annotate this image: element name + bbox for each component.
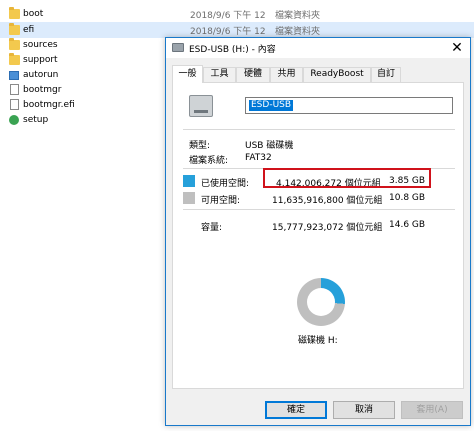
file-date: 2018/9/6 下午 12 (190, 26, 266, 37)
folder-icon (9, 7, 20, 19)
properties-dialog: ESD-USB (H:) - 內容 ✕ 一般 工具 硬體 共用 ReadyBoo… (165, 37, 471, 426)
type-label: 類型: (189, 141, 211, 151)
file-name: sources (23, 40, 58, 50)
tab-sharing[interactable]: 共用 (270, 67, 303, 82)
type-value: USB 磁碟機 (245, 141, 294, 151)
tab-customize[interactable]: 自訂 (371, 67, 401, 82)
title-bar[interactable]: ESD-USB (H:) - 內容 ✕ (166, 38, 470, 58)
used-space-swatch (183, 175, 195, 187)
file-type: 檔案資料夾 (275, 26, 321, 37)
dialog-title: ESD-USB (H:) - 內容 (189, 45, 276, 55)
file-type: 檔案資料夾 (275, 10, 321, 21)
tab-tools[interactable]: 工具 (203, 67, 236, 82)
autorun-icon (9, 71, 19, 80)
free-space-size: 10.8 GB (389, 193, 426, 203)
tab-readyboost[interactable]: ReadyBoost (303, 67, 371, 82)
donut-hole (307, 288, 335, 316)
drive-icon (172, 43, 184, 52)
ok-button[interactable]: 確定 (265, 401, 327, 419)
capacity-size: 14.6 GB (389, 220, 426, 230)
file-name: autorun (23, 70, 59, 80)
free-space-bytes: 11,635,916,800 個位元組 (272, 196, 383, 206)
general-panel: ESD-USB 類型: USB 磁碟機 檔案系統: FAT32 已使用空間: 4… (172, 82, 464, 389)
close-icon[interactable]: ✕ (444, 38, 470, 58)
usage-donut-chart (297, 278, 345, 326)
file-name: bootmgr.efi (23, 100, 75, 110)
folder-icon (9, 38, 20, 50)
free-space-swatch (183, 192, 195, 204)
filesystem-label: 檔案系統: (189, 156, 229, 166)
folder-icon (9, 23, 20, 35)
capacity-bytes: 15,777,923,072 個位元組 (272, 223, 383, 233)
folder-icon (9, 53, 20, 65)
file-name: setup (23, 115, 49, 125)
file-name: boot (23, 9, 44, 19)
used-space-label: 已使用空間: (201, 179, 250, 189)
tab-hardware[interactable]: 硬體 (236, 67, 270, 82)
drive-label: 磁碟機 H: (298, 336, 338, 346)
file-icon (10, 84, 19, 95)
cancel-button[interactable]: 取消 (333, 401, 395, 419)
divider (183, 129, 455, 130)
file-row-efi[interactable]: efi 2018/9/6 下午 12 檔案資料夾 (0, 22, 474, 38)
used-space-highlight-box (263, 168, 431, 188)
apply-button[interactable]: 套用(A) (401, 401, 463, 419)
file-name: bootmgr (23, 85, 62, 95)
volume-name-text[interactable]: ESD-USB (249, 100, 294, 111)
divider (183, 209, 455, 210)
file-icon (10, 99, 19, 110)
file-name: efi (23, 25, 35, 35)
free-space-label: 可用空間: (201, 196, 241, 206)
file-date: 2018/9/6 下午 12 (190, 10, 266, 21)
usb-drive-icon (189, 95, 213, 117)
file-name: support (23, 55, 58, 65)
file-row-boot[interactable]: boot 2018/9/6 下午 12 檔案資料夾 (0, 6, 474, 22)
capacity-label: 容量: (201, 223, 223, 233)
tab-general[interactable]: 一般 (172, 65, 203, 83)
setup-icon (9, 115, 19, 125)
filesystem-value: FAT32 (245, 153, 272, 163)
volume-name-input[interactable]: ESD-USB (245, 97, 453, 114)
